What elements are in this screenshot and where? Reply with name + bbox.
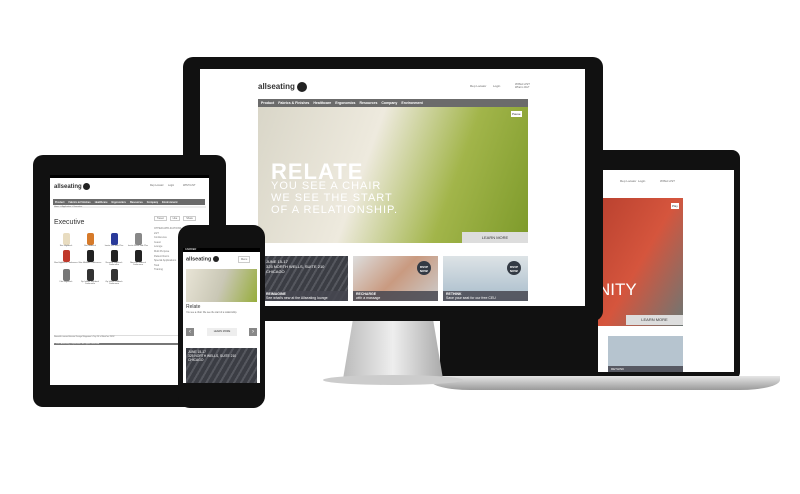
chair-thumbnail [62, 269, 70, 281]
chair-thumbnail [62, 250, 70, 262]
share-button[interactable]: Share [183, 216, 196, 221]
product-name: Mez Midback Conference [78, 262, 102, 264]
nav-product[interactable]: Product [55, 201, 64, 204]
laptop-screen: Rep Locator Login WISH LIST NITY Play LE… [598, 170, 734, 372]
learn-more-button[interactable]: LEARN MORE [462, 232, 528, 243]
product-item[interactable]: Star Highback [54, 233, 78, 247]
nav-fabrics[interactable]: Fabrics & Finishes [278, 101, 309, 105]
login-link[interactable]: Login [638, 179, 645, 183]
product-name: Nouvelle Midback Conference [130, 262, 146, 266]
product-name: Zip Infinite Midback Conference [105, 281, 123, 285]
product-item[interactable]: Zip Infinite Highback Conference [78, 269, 102, 285]
product-item[interactable]: Mez Highback Conference [54, 250, 78, 266]
logo[interactable]: allseating [258, 82, 308, 92]
breadcrumb: Home > Application > Executive [54, 206, 206, 208]
nav-resources[interactable]: Resources [130, 201, 143, 204]
logo[interactable]: allseating [186, 256, 219, 262]
event-tile[interactable]: JUNE 15-17 325 NORTH WELLS, SUITE 210 CHIC… [186, 348, 257, 383]
status-bar: CARRIER [183, 248, 260, 252]
recharge-tile[interactable]: RSVP NOW! RECHARGE with a massage [353, 256, 438, 301]
product-grid: Star Highback Star Midback Inertia Knit Si… [54, 233, 150, 285]
nav-ergonomics[interactable]: Ergonomics [335, 101, 355, 105]
nav-product[interactable]: Product [261, 101, 274, 105]
nav-resources[interactable]: Resources [360, 101, 378, 105]
nav-environment[interactable]: Environment [401, 101, 422, 105]
rsvp-badge[interactable]: RSVP NOW! [417, 261, 431, 275]
rep-locator-link[interactable]: Rep Locator [470, 84, 486, 88]
product-item[interactable]: Star Midback [78, 233, 102, 247]
product-name: Mez Highback Conference [54, 262, 78, 264]
hero-subtitle: YOU SEE A CHAIR WE SEE THE START OF A RELA… [271, 180, 399, 216]
nav-company[interactable]: Company [381, 101, 397, 105]
slide-image [186, 269, 257, 302]
product-name: Inertia Knit Side Plus [104, 245, 124, 247]
product-name: Inertia Mesh Side Plus [127, 245, 148, 247]
nav-fabrics[interactable]: Fabrics & Finishes [68, 201, 90, 204]
rep-locator-link[interactable]: Rep Locator [150, 184, 164, 187]
nav-ergonomics[interactable]: Ergonomics [111, 201, 125, 204]
product-name: Star Highback [59, 245, 73, 247]
laptop-hero [598, 198, 683, 326]
page-title: Executive [54, 219, 85, 226]
login-link[interactable]: Login [493, 84, 500, 88]
rep-locator-link[interactable]: Rep Locator [620, 179, 636, 183]
wishlist-sub: What is this? [515, 86, 530, 89]
play-button[interactable]: Play [671, 203, 679, 209]
imac-base [323, 375, 463, 385]
pause-button[interactable]: Pause [511, 111, 522, 117]
chair-thumbnail [110, 269, 118, 281]
chair-thumbnail [110, 233, 118, 245]
tile-title: RETHINK [611, 367, 625, 371]
product-name: Zip Infinite Highback Conference [80, 281, 100, 285]
nav-company[interactable]: Company [147, 201, 158, 204]
slide-text: You see a chair. We see the start of a r… [186, 312, 238, 314]
nav-healthcare[interactable]: Healthcare [95, 201, 108, 204]
wishlist-link[interactable]: WISH LIST [660, 179, 675, 183]
chair-thumbnail [86, 250, 94, 262]
social-buttons: Tweet Like Share [154, 216, 196, 221]
product-item[interactable]: Nouvelle Midback Conference [126, 250, 150, 266]
laptop-hero-text: NITY [598, 280, 637, 299]
logo[interactable]: allseating [54, 183, 91, 190]
wishlist-link[interactable]: WISH LIST [183, 184, 196, 187]
main-nav: Product Fabrics & Finishes Healthcare Ergon… [258, 99, 528, 107]
chair-thumbnail [110, 250, 118, 262]
chair-thumbnail [86, 269, 94, 281]
phone-screen: CARRIER allseating Menu Relate You see a… [183, 248, 260, 383]
product-name: Star Midback [84, 245, 96, 247]
reimagine-tile[interactable]: JUNE 15-17 325 NORTH WELLS, SUITE 210 CHIC… [263, 256, 348, 301]
product-item[interactable]: Zip Infinite Midback Conference [102, 269, 126, 285]
chair-thumbnail [134, 250, 142, 262]
product-item[interactable]: Nouvelle Highback Conference [102, 250, 126, 266]
like-button[interactable]: Like [169, 216, 181, 221]
nav-healthcare[interactable]: Healthcare [313, 101, 331, 105]
main-nav: Product Fabrics & Finishes Healthcare Ergon… [53, 199, 205, 205]
learn-more-button[interactable]: LEARN MORE [207, 328, 237, 336]
product-name: Flex Highback [59, 281, 73, 283]
slide-title: Relate [186, 304, 201, 310]
chair-thumbnail [62, 233, 70, 245]
sidebar-title: OTHER APPLICATIONS [154, 227, 182, 230]
product-item[interactable]: Inertia Mesh Side Plus [126, 233, 150, 247]
chair-thumbnail [86, 233, 94, 245]
rsvp-badge[interactable]: RSVP NOW! [507, 261, 521, 275]
learn-more-button[interactable]: LEARN MORE [626, 315, 683, 325]
nav-environment[interactable]: Environment [162, 201, 177, 204]
next-arrow-icon[interactable]: › [249, 328, 257, 336]
product-item[interactable]: Mez Midback Conference [78, 250, 102, 266]
rethink-tile[interactable]: RETHINK [608, 336, 683, 372]
login-link[interactable]: Login [168, 184, 174, 187]
rethink-tile[interactable]: RSVP NOW! RETHINK Save your seat for our … [443, 256, 528, 301]
product-name: Nouvelle Highback Conference [105, 262, 123, 266]
phone: CARRIER allseating Menu Relate You see a… [178, 225, 265, 408]
tweet-button[interactable]: Tweet [154, 216, 167, 221]
imac-stand [343, 319, 443, 379]
chair-thumbnail [134, 233, 142, 245]
menu-button[interactable]: Menu [238, 256, 251, 263]
product-item[interactable]: Flex Highback [54, 269, 78, 285]
product-item[interactable]: Inertia Knit Side Plus [102, 233, 126, 247]
prev-arrow-icon[interactable]: ‹ [186, 328, 194, 336]
